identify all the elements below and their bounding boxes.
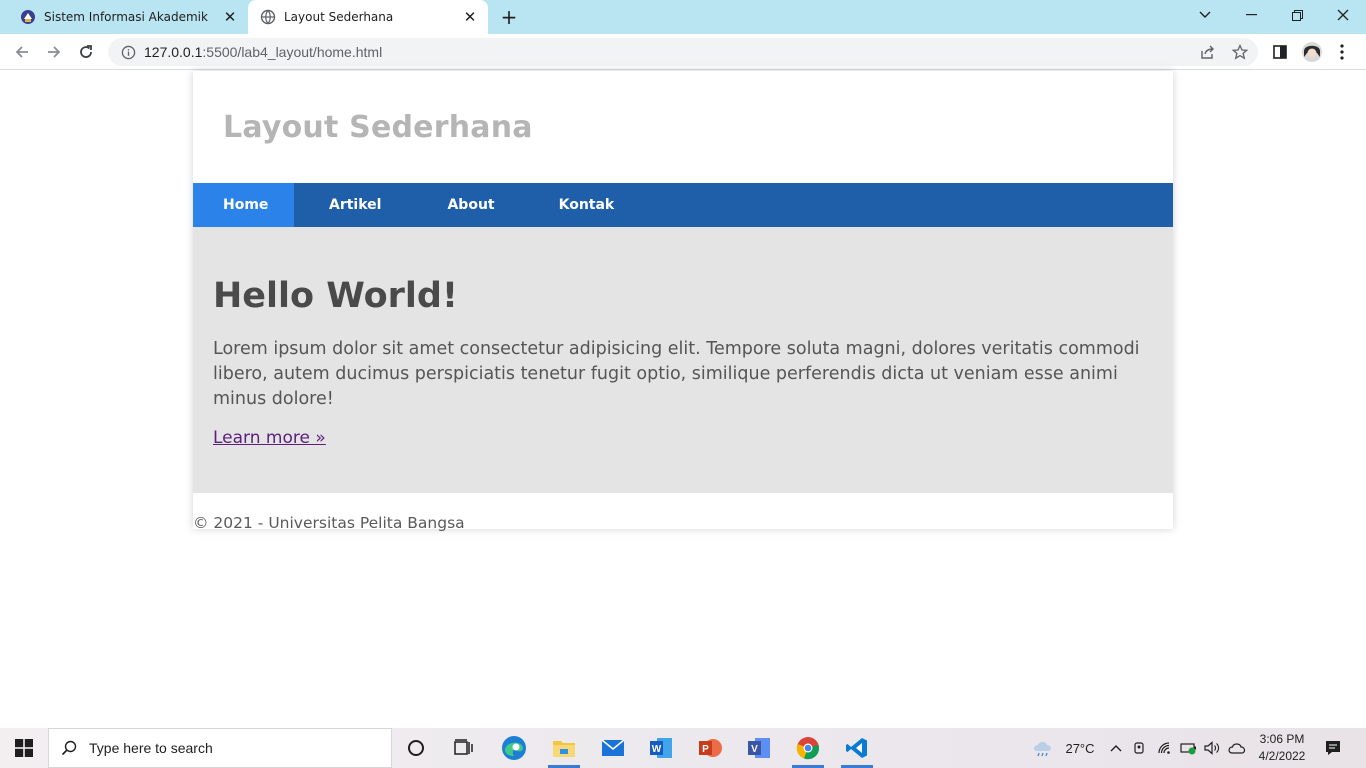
bookmark-star-icon[interactable] bbox=[1226, 38, 1254, 66]
weather-icon[interactable] bbox=[1030, 728, 1056, 768]
edge-browser-icon[interactable] bbox=[490, 728, 538, 768]
nav-item-artikel[interactable]: Artikel bbox=[294, 183, 415, 227]
taskbar-search-box[interactable]: Type here to search bbox=[48, 728, 392, 768]
url-host: 127.0.0.1 bbox=[144, 44, 203, 60]
word-icon[interactable]: W bbox=[637, 728, 685, 768]
windows-start-icon[interactable] bbox=[0, 728, 48, 768]
close-tab-icon[interactable]: ✕ bbox=[220, 7, 240, 27]
tab-search-chevron-icon[interactable] bbox=[1182, 0, 1228, 30]
url-path: :5500/lab4_layout/home.html bbox=[202, 44, 383, 60]
windows-taskbar: Type here to search W P V 27°C 3:06 PM 4… bbox=[0, 728, 1366, 768]
university-logo-icon bbox=[20, 9, 36, 25]
side-panel-icon[interactable] bbox=[1266, 38, 1294, 66]
reload-icon[interactable] bbox=[72, 38, 100, 66]
search-icon bbox=[49, 728, 89, 768]
file-explorer-icon[interactable] bbox=[540, 728, 588, 768]
meet-now-icon[interactable] bbox=[1130, 728, 1150, 768]
mail-icon[interactable] bbox=[589, 728, 637, 768]
learn-more-link[interactable]: Learn more » bbox=[213, 428, 326, 448]
vscode-icon[interactable] bbox=[833, 728, 881, 768]
search-placeholder: Type here to search bbox=[89, 740, 213, 756]
clock-date: 4/2/2022 bbox=[1258, 749, 1306, 763]
svg-text:V: V bbox=[751, 744, 758, 755]
site-footer: © 2021 - Universitas Pelita Bangsa bbox=[193, 493, 1173, 532]
nav-item-about[interactable]: About bbox=[415, 183, 526, 227]
restore-icon[interactable] bbox=[1274, 0, 1320, 30]
site-info-icon[interactable] bbox=[120, 44, 136, 60]
hero-paragraph: Lorem ipsum dolor sit amet consectetur a… bbox=[213, 339, 1140, 409]
menu-kebab-icon[interactable] bbox=[1328, 38, 1356, 66]
svg-text:W: W bbox=[652, 744, 662, 755]
address-bar[interactable]: 127.0.0.1:5500/lab4_layout/home.html bbox=[108, 38, 1258, 66]
site-title: Layout Sederhana bbox=[223, 109, 533, 145]
nav-item-home[interactable]: Home bbox=[193, 183, 294, 227]
page-viewport: Layout Sederhana Home Artikel About Kont… bbox=[0, 71, 1366, 728]
browser-toolbar: 127.0.0.1:5500/lab4_layout/home.html bbox=[0, 34, 1366, 70]
task-view-icon[interactable] bbox=[440, 728, 488, 768]
battery-charging-icon[interactable] bbox=[1178, 728, 1200, 768]
nav-item-kontak[interactable]: Kontak bbox=[527, 183, 647, 227]
close-tab-icon[interactable]: ✕ bbox=[460, 7, 480, 27]
site-header: Layout Sederhana bbox=[193, 71, 1173, 183]
site-navbar: Home Artikel About Kontak bbox=[193, 183, 1173, 227]
close-window-icon[interactable] bbox=[1320, 0, 1366, 30]
footer-copyright: © 2021 - Universitas Pelita Bangsa bbox=[193, 514, 465, 532]
tab-title: Layout Sederhana bbox=[284, 10, 394, 24]
forward-icon[interactable] bbox=[40, 38, 68, 66]
tab-sistem-informasi-akademik[interactable]: Sistem Informasi Akademik ✕ bbox=[8, 0, 248, 34]
chevron-up-icon[interactable] bbox=[1106, 728, 1126, 768]
powerpoint-icon[interactable]: P bbox=[686, 728, 734, 768]
wifi-icon[interactable] bbox=[1154, 728, 1176, 768]
taskbar-clock[interactable]: 3:06 PM 4/2/2022 bbox=[1244, 731, 1320, 765]
svg-text:P: P bbox=[702, 744, 709, 755]
new-tab-icon[interactable]: + bbox=[498, 5, 520, 29]
minimize-icon[interactable] bbox=[1228, 0, 1274, 30]
temperature-text[interactable]: 27°C bbox=[1058, 728, 1102, 768]
profile-avatar-icon[interactable] bbox=[1298, 38, 1326, 66]
cortana-icon[interactable] bbox=[392, 728, 440, 768]
tab-layout-sederhana[interactable]: Layout Sederhana ✕ bbox=[248, 0, 488, 34]
volume-icon[interactable] bbox=[1202, 728, 1222, 768]
share-icon[interactable] bbox=[1194, 38, 1222, 66]
tab-title: Sistem Informasi Akademik bbox=[44, 10, 208, 24]
clock-time: 3:06 PM bbox=[1259, 732, 1305, 746]
url-text: 127.0.0.1:5500/lab4_layout/home.html bbox=[144, 44, 1194, 60]
notification-center-icon[interactable] bbox=[1318, 728, 1348, 768]
chrome-icon[interactable] bbox=[784, 728, 832, 768]
hero-heading: Hello World! bbox=[213, 276, 458, 316]
globe-icon bbox=[260, 9, 276, 25]
layout-container: Layout Sederhana Home Artikel About Kont… bbox=[193, 71, 1173, 532]
tab-strip: Sistem Informasi Akademik ✕ Layout Seder… bbox=[0, 0, 1366, 34]
visio-icon[interactable]: V bbox=[735, 728, 783, 768]
back-icon[interactable] bbox=[8, 38, 36, 66]
hero-section: Hello World! Lorem ipsum dolor sit amet … bbox=[193, 227, 1173, 493]
